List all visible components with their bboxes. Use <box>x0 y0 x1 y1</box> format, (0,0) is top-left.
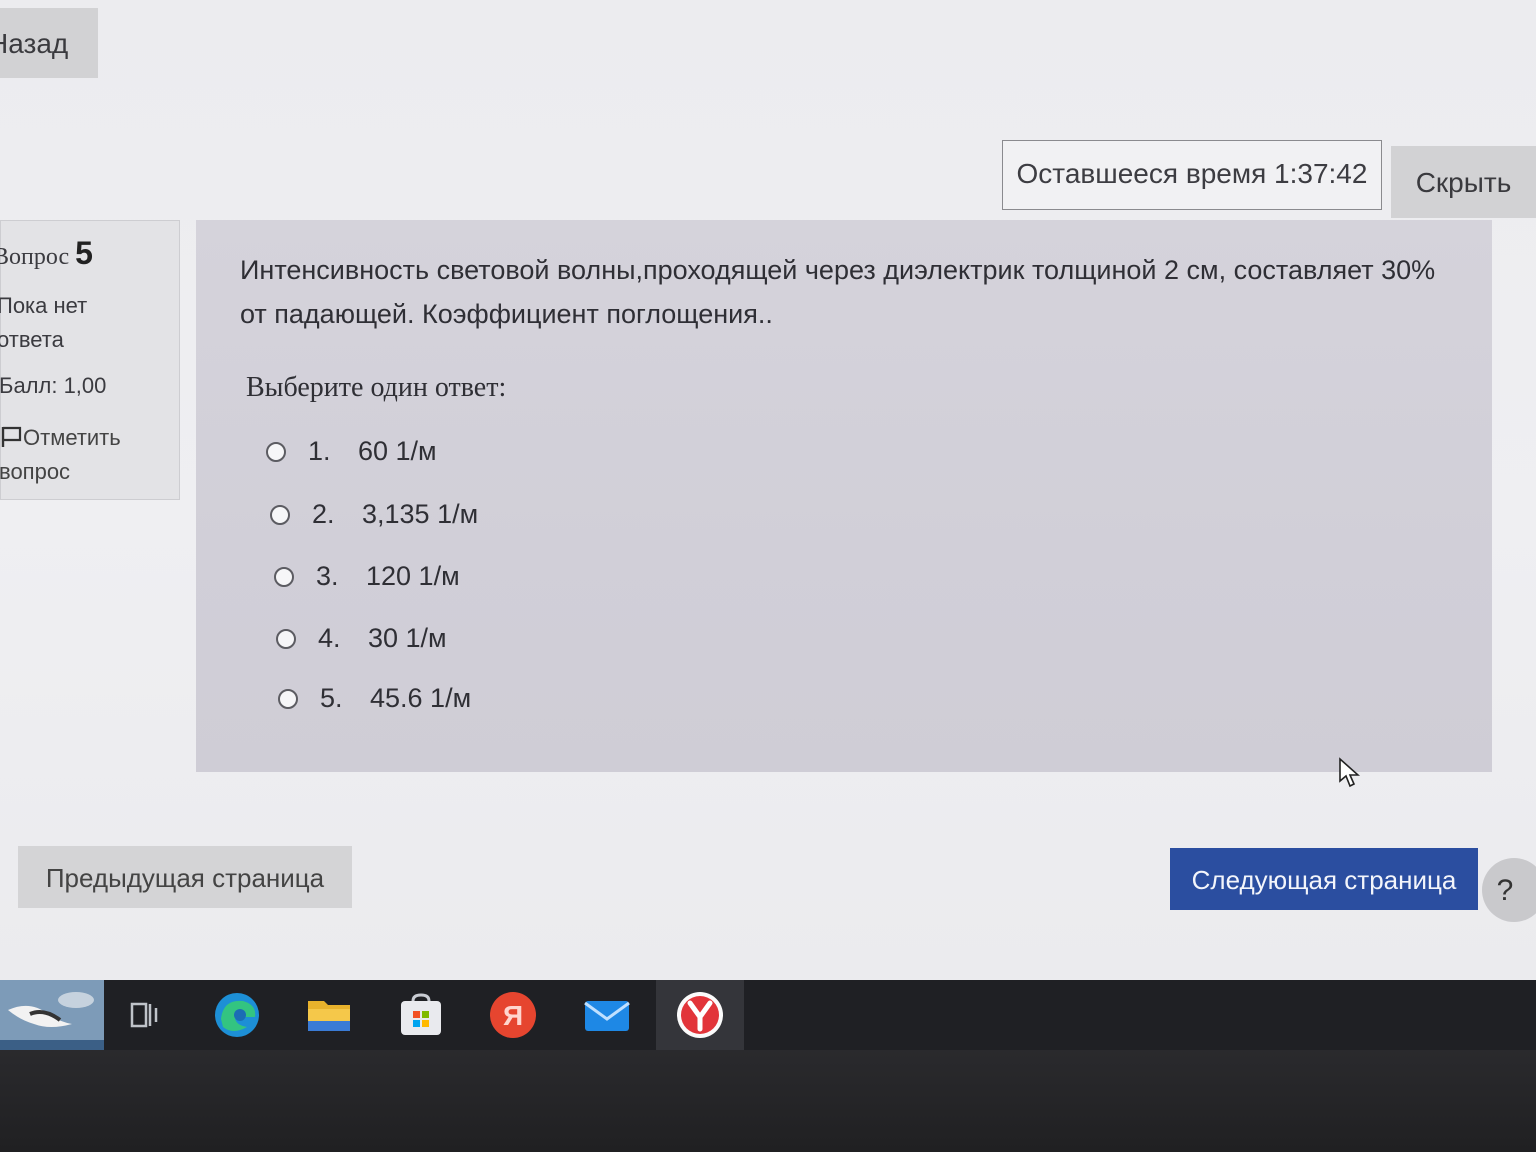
edge-icon[interactable] <box>202 980 272 1050</box>
windows-taskbar: Я <box>0 980 1536 1053</box>
question-info-panel: Вопрос 5 Пока нет ответа Балл: 1,00 Отме… <box>0 220 180 500</box>
option-number: 2. <box>312 499 335 529</box>
question-text: Интенсивность световой волны,проходящей … <box>240 255 1436 329</box>
answer-option[interactable]: 4. 30 1/м <box>276 623 447 654</box>
next-page-button[interactable]: Следующая страница <box>1170 848 1478 910</box>
microsoft-store-icon[interactable] <box>386 980 456 1050</box>
radio-button[interactable] <box>266 441 286 462</box>
radio-button[interactable] <box>270 504 290 525</box>
answer-option[interactable]: 3. 120 1/м <box>274 561 460 592</box>
option-number: 3. <box>316 561 339 591</box>
option-number: 4. <box>318 623 341 653</box>
radio-button[interactable] <box>278 688 298 709</box>
bird-icon <box>0 980 104 1050</box>
monitor-bezel <box>0 1050 1536 1152</box>
previous-page-button[interactable]: Предыдущая страница <box>18 846 352 908</box>
file-explorer-icon[interactable] <box>294 980 364 1050</box>
option-number: 5. <box>320 683 343 713</box>
flag-question-link[interactable]: Отметить вопрос <box>0 421 169 489</box>
yandex-icon[interactable]: Я <box>478 980 548 1050</box>
hide-timer-button[interactable]: Скрыть <box>1391 146 1536 218</box>
option-label: 45.6 1/м <box>370 683 472 713</box>
option-label: 60 1/м <box>358 436 437 466</box>
back-button[interactable]: Назад <box>0 8 98 78</box>
option-label: 3,135 1/м <box>362 499 479 529</box>
weather-widget-icon[interactable] <box>0 980 104 1050</box>
question-word: Вопрос <box>0 244 70 270</box>
radio-button[interactable] <box>276 628 296 649</box>
option-number: 1. <box>308 436 331 466</box>
mail-icon[interactable] <box>572 980 642 1050</box>
answer-prompt: Выберите один ответ: <box>246 372 507 403</box>
screen: Назад Оставшееся время 1:37:42 Скрыть Во… <box>0 0 1536 1152</box>
radio-button[interactable] <box>274 566 294 587</box>
option-label: 120 1/м <box>366 561 460 591</box>
timer-display: Оставшееся время 1:37:42 <box>1002 140 1382 210</box>
question-mark: Балл: 1,00 <box>0 373 107 398</box>
mouse-cursor-icon <box>1339 757 1360 788</box>
answer-option[interactable]: 5. 45.6 1/м <box>278 683 471 714</box>
answer-option[interactable]: 1. 60 1/м <box>266 436 437 467</box>
task-view-icon[interactable] <box>110 980 180 1050</box>
help-button[interactable]: ? <box>1482 858 1536 922</box>
question-number-label: Вопрос 5 <box>0 235 93 272</box>
question-card: Интенсивность световой волны,проходящей … <box>196 220 1492 772</box>
yandex-browser-icon[interactable] <box>656 980 744 1053</box>
flag-icon <box>1 426 22 447</box>
yandex-letter: Я <box>503 1000 523 1031</box>
answer-option[interactable]: 2. 3,135 1/м <box>270 499 478 530</box>
answer-status: Пока нет ответа <box>0 293 88 352</box>
question-number: 5 <box>75 235 93 271</box>
option-label: 30 1/м <box>368 623 447 653</box>
